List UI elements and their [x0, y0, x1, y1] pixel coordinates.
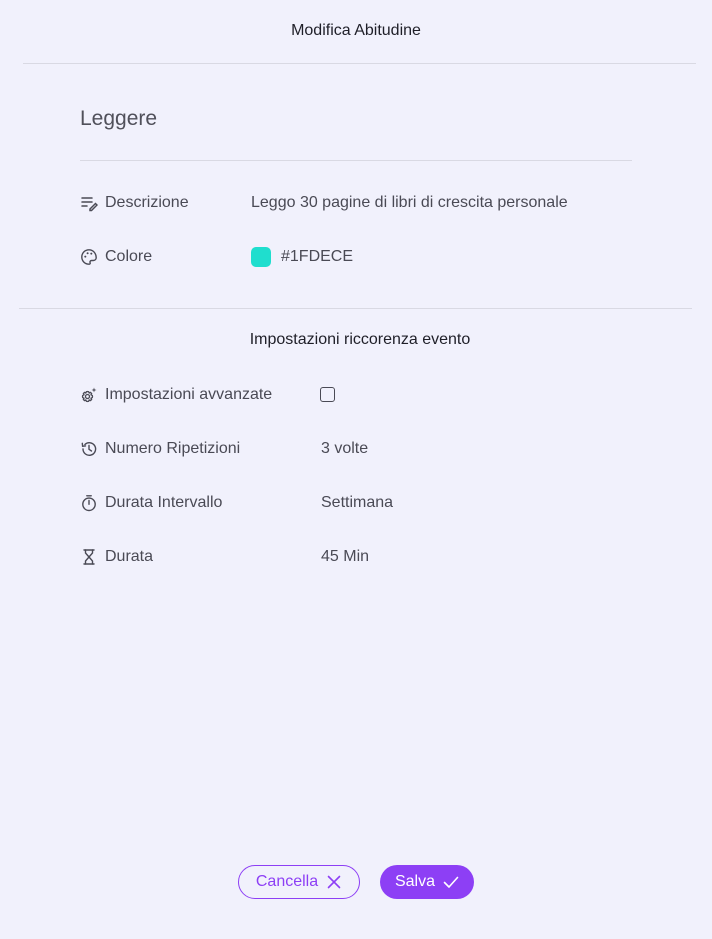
cancel-button-label: Cancella	[255, 873, 319, 890]
hourglass-icon	[80, 548, 98, 566]
duration-row: Durata	[80, 545, 153, 569]
repetitions-row: Numero Ripetizioni	[80, 437, 240, 461]
duration-value[interactable]: 45 Min	[321, 545, 369, 569]
palette-icon	[80, 248, 98, 266]
history-icon	[80, 440, 98, 458]
color-row: Colore	[80, 245, 152, 269]
advanced-settings-label: Impostazioni avvanzate	[105, 386, 273, 403]
interval-value[interactable]: Settimana	[321, 491, 393, 515]
name-divider	[80, 160, 632, 161]
color-hex: #1FDECE	[281, 248, 354, 265]
recurrence-section-title: Impostazioni riccorenza evento	[249, 331, 471, 348]
habit-name[interactable]: Leggere	[80, 107, 157, 131]
repetitions-value[interactable]: 3 volte	[321, 437, 368, 461]
duration-label: Durata	[105, 548, 154, 565]
edit-habit-dialog: Modifica Abitudine Leggere Descrizione L…	[0, 0, 712, 939]
repetitions-label: Numero Ripetizioni	[105, 440, 241, 457]
color-value[interactable]: #1FDECE	[251, 245, 353, 269]
settings-sparkle-icon	[80, 386, 98, 404]
advanced-settings-checkbox[interactable]	[320, 387, 335, 402]
header-divider	[23, 63, 696, 64]
interval-label: Durata Intervallo	[105, 494, 223, 511]
color-label: Colore	[105, 248, 153, 265]
interval-row: Durata Intervallo	[80, 491, 222, 515]
section-divider	[19, 308, 692, 309]
description-row: Descrizione	[80, 191, 189, 215]
cancel-button[interactable]: Cancella	[238, 865, 360, 899]
edit-notes-icon	[80, 194, 98, 212]
description-label: Descrizione	[105, 194, 189, 211]
dialog-title: Modifica Abitudine	[291, 22, 421, 39]
color-swatch[interactable]	[251, 247, 271, 267]
close-icon	[327, 875, 341, 889]
save-button-label: Salva	[394, 873, 436, 890]
save-button[interactable]: Salva	[380, 865, 474, 899]
check-icon	[443, 876, 459, 888]
advanced-settings-row: Impostazioni avvanzate	[80, 383, 272, 407]
timer-icon	[80, 494, 98, 512]
description-value[interactable]: Leggo 30 pagine di libri di crescita per…	[251, 191, 568, 215]
